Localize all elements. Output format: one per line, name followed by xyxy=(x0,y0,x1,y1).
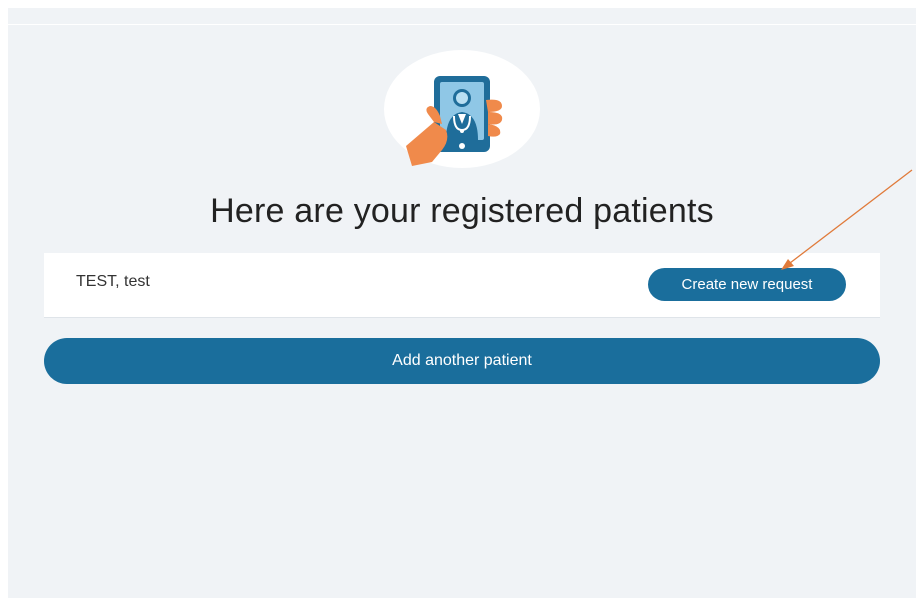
add-another-patient-button[interactable]: Add another patient xyxy=(44,338,880,384)
create-new-request-button[interactable]: Create new request xyxy=(648,268,846,301)
header-divider xyxy=(8,24,916,25)
patient-name: TEST, test xyxy=(76,273,150,290)
patient-card: TEST, test Create new request xyxy=(44,253,880,318)
hand-holding-phone-doctor-icon xyxy=(384,50,540,168)
page: Here are your registered patients TEST, … xyxy=(0,0,916,604)
page-title: Here are your registered patients xyxy=(210,192,714,230)
